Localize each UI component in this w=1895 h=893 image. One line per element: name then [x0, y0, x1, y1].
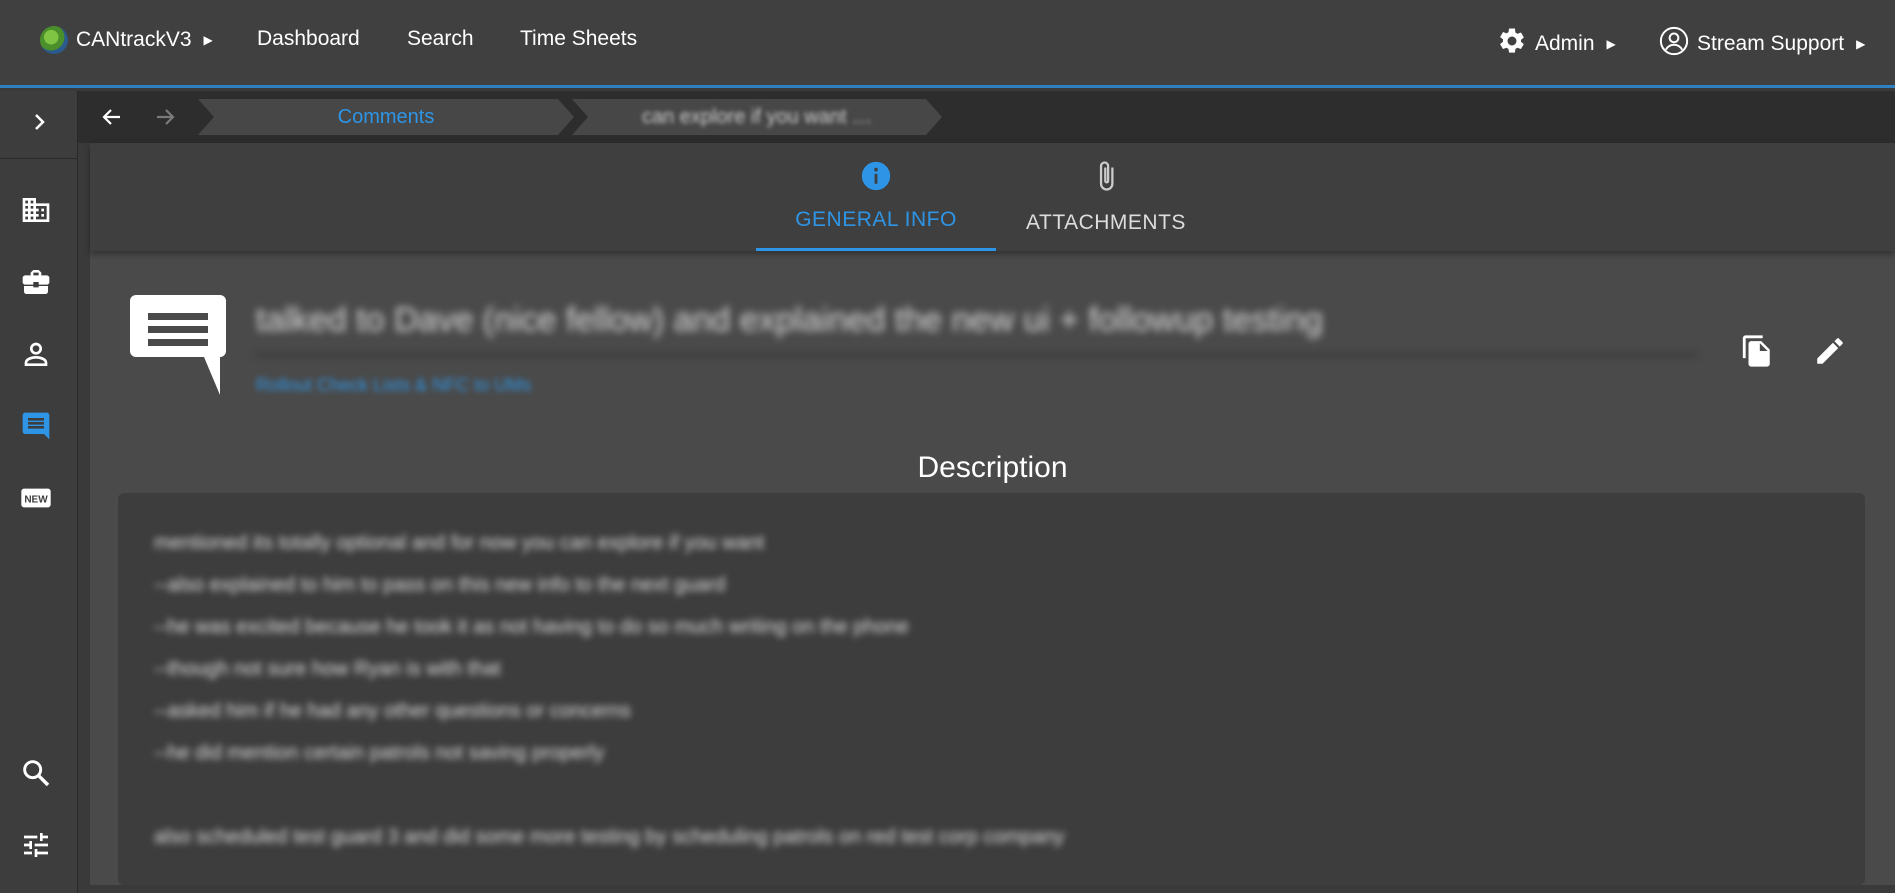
user-label: Stream Support — [1697, 32, 1845, 55]
comment-icon — [20, 410, 52, 447]
app-logo-icon — [40, 26, 68, 54]
app-name: CANtrackV3 — [76, 28, 192, 51]
comment-panel: GENERAL INFO ATTACHMENTS talked to Dave … — [90, 143, 1895, 885]
paperclip-icon — [1089, 159, 1123, 199]
caret-right-icon: ▶ — [203, 33, 213, 47]
admin-menu[interactable]: Admin ▶ — [1497, 26, 1616, 62]
description-line — [154, 781, 1829, 823]
description-line: --also explained to him to pass on this … — [154, 574, 726, 596]
description-line: --asked him if he had any other question… — [154, 700, 631, 722]
sidebar-item-new[interactable]: NEW — [19, 483, 53, 517]
description-heading: Description — [917, 451, 1068, 484]
tab-label: GENERAL INFO — [795, 208, 957, 231]
description-box: mentioned its totally optional and for n… — [118, 493, 1865, 885]
breadcrumb-comments[interactable]: Comments — [198, 99, 574, 135]
breadcrumb-bar: Comments can explore if you want … — [78, 91, 1895, 143]
caret-right-icon: ▶ — [1856, 37, 1866, 51]
tune-icon — [20, 829, 52, 866]
person-icon — [20, 338, 52, 375]
search-icon — [20, 757, 52, 794]
breadcrumb-current: can explore if you want … — [572, 99, 942, 135]
tab-label: ATTACHMENTS — [1026, 211, 1186, 234]
sidebar-toggle-button[interactable] — [0, 91, 78, 159]
pencil-icon — [1813, 334, 1847, 373]
sidebar: NEW — [0, 91, 78, 893]
gear-icon — [1497, 26, 1527, 62]
app-brand[interactable]: CANtrackV3 ▶ — [40, 26, 213, 54]
sidebar-item-comments[interactable] — [19, 411, 53, 445]
description-line: also scheduled test guard 3 and did some… — [154, 826, 1065, 848]
sidebar-item-buildings[interactable] — [19, 195, 53, 229]
forward-arrow-icon[interactable] — [153, 105, 177, 134]
edit-button[interactable] — [1810, 333, 1850, 373]
sidebar-item-people[interactable] — [19, 339, 53, 373]
tab-attachments[interactable]: ATTACHMENTS — [1016, 143, 1196, 251]
user-circle-icon — [1659, 26, 1689, 62]
comment-type-icon — [130, 295, 226, 400]
user-menu[interactable]: Stream Support ▶ — [1659, 26, 1865, 62]
admin-label: Admin — [1535, 32, 1595, 55]
tab-bar: GENERAL INFO ATTACHMENTS — [90, 143, 1895, 251]
sidebar-item-search[interactable] — [19, 758, 53, 792]
breadcrumb-label: can explore if you want … — [641, 105, 873, 128]
caret-right-icon: ▶ — [1606, 37, 1616, 51]
description-line: --he was excited because he took it as n… — [154, 616, 909, 638]
copy-button[interactable] — [1737, 333, 1777, 373]
nav-time-sheets[interactable]: Time Sheets — [520, 27, 637, 51]
breadcrumb-label: Comments — [337, 105, 435, 128]
info-icon — [859, 159, 893, 199]
description-line: --he did mention certain patrols not sav… — [154, 742, 605, 764]
new-badge-icon: NEW — [20, 482, 52, 519]
back-arrow-icon[interactable] — [100, 105, 124, 134]
briefcase-icon — [20, 266, 52, 303]
nav-search[interactable]: Search — [407, 27, 474, 51]
building-icon — [20, 194, 52, 231]
description-line: --though not sure how Ryan is with that — [154, 658, 501, 680]
comment-title: talked to Dave (nice fellow) and explain… — [256, 301, 1696, 356]
svg-text:NEW: NEW — [24, 494, 48, 505]
comment-subtitle-link[interactable]: Rollout Check Lists & NFC to UMs — [256, 375, 531, 396]
nav-dashboard[interactable]: Dashboard — [257, 27, 360, 51]
copy-icon — [1740, 334, 1774, 373]
description-line: mentioned its totally optional and for n… — [154, 532, 765, 554]
chevron-right-icon — [27, 110, 51, 139]
sidebar-item-settings[interactable] — [19, 830, 53, 864]
sidebar-item-jobs[interactable] — [19, 267, 53, 301]
top-bar: CANtrackV3 ▶ Dashboard Search Time Sheet… — [0, 0, 1895, 88]
tab-general-info[interactable]: GENERAL INFO — [756, 143, 996, 251]
